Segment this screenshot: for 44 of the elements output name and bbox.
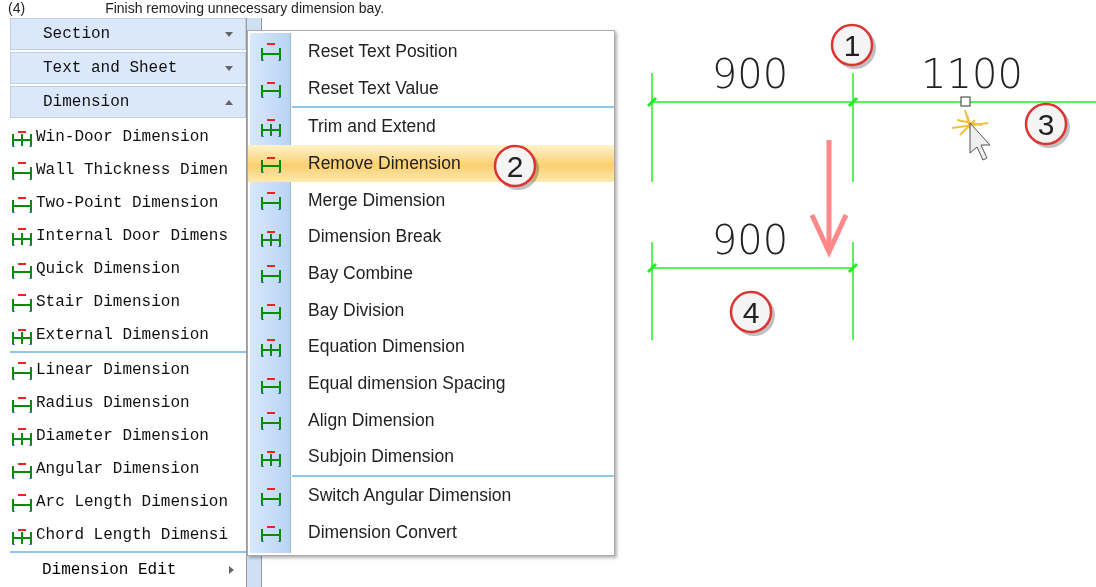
menu-item[interactable]: Win-Door Dimension: [10, 120, 246, 153]
dimension-value: 900: [711, 51, 789, 97]
menu-item[interactable]: Dimension Convert: [248, 513, 614, 551]
section-header[interactable]: Text and Sheet: [10, 52, 246, 84]
menu-item[interactable]: Two-Point Dimension: [10, 186, 246, 219]
menu-item[interactable]: Reset Text Value: [248, 69, 614, 107]
menu-item[interactable]: Subjoin Dimension: [248, 438, 614, 476]
menu-item[interactable]: Quick Dimension: [10, 252, 246, 285]
step-text: Finish removing unnecessary dimension bay.: [105, 0, 385, 16]
callout-badge: 3: [1024, 102, 1070, 148]
dimension-icon: [259, 40, 283, 63]
section-header[interactable]: Dimension: [10, 86, 246, 118]
menu-item[interactable]: Trim and Extend: [248, 108, 614, 146]
menu-item[interactable]: Stair Dimension: [10, 285, 246, 318]
menu-item[interactable]: Angular Dimension: [10, 452, 246, 485]
step-number: (4): [8, 0, 26, 16]
menu-item[interactable]: Wall Thickness Dimen: [10, 153, 246, 186]
menu-item[interactable]: Arc Length Dimension: [10, 485, 246, 518]
menu-item[interactable]: Equal dimension Spacing: [248, 365, 614, 402]
menu-item[interactable]: Radius Dimension: [10, 386, 246, 419]
dimension-value: 1100: [921, 51, 1023, 97]
menu-item[interactable]: Dimension Break: [248, 218, 614, 256]
dimension-value: 900: [711, 217, 789, 263]
callout-badge: 2: [493, 144, 539, 190]
dimension-icon: [259, 189, 283, 212]
dimension-icon: [259, 409, 283, 432]
submenu-arrow-icon: [229, 565, 234, 574]
callout-badge: 1: [830, 23, 876, 69]
dimension-icon: [259, 262, 283, 285]
callout-badge: 4: [729, 290, 775, 336]
menu-item[interactable]: Dimension Edit: [10, 553, 246, 586]
menu-item[interactable]: Chord Length Dimensi: [10, 518, 246, 551]
menu-item[interactable]: Align Dimension: [248, 401, 614, 439]
menu-item[interactable]: Bay Division: [248, 291, 614, 329]
menu-item[interactable]: Bay Combine: [248, 255, 614, 292]
menu-item[interactable]: Equation Dimension: [248, 328, 614, 366]
menu-item[interactable]: External Dimension: [10, 318, 246, 351]
menu-item[interactable]: Linear Dimension: [10, 353, 246, 386]
menu-item[interactable]: Diameter Dimension: [10, 419, 246, 452]
menu-item[interactable]: Reset Text Position: [248, 33, 614, 70]
menu-item[interactable]: Internal Door Dimens: [10, 219, 246, 252]
cursor-icon: [951, 96, 991, 161]
menu-item[interactable]: Switch Angular Dimension: [248, 477, 614, 514]
section-header[interactable]: Section: [10, 18, 246, 50]
